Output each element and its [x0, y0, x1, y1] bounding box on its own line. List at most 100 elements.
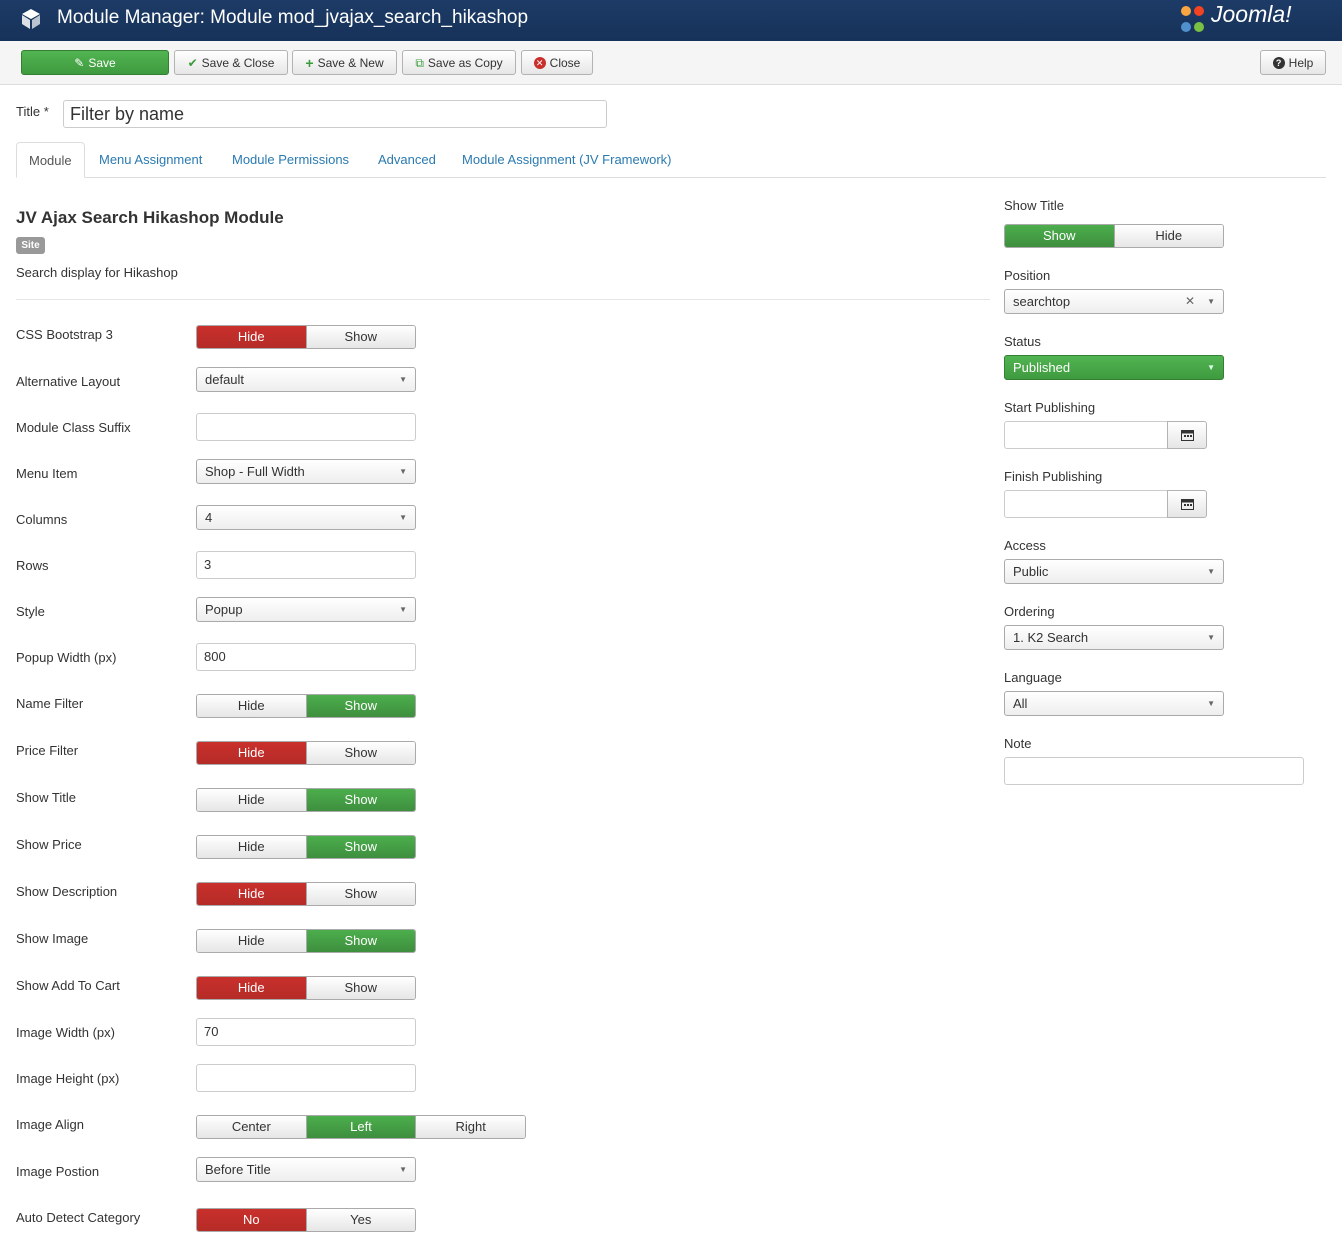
- sidebar-show-title-hide[interactable]: Hide: [1113, 225, 1223, 247]
- dropdown-arrow-icon: ▼: [399, 375, 407, 384]
- rows-input[interactable]: 3: [196, 551, 416, 579]
- joomla-brand: Joomla!: [1211, 1, 1292, 27]
- price-filter-hide[interactable]: Hide: [197, 742, 306, 764]
- sidebar-show-title-toggle: Show Hide: [1004, 224, 1224, 248]
- tab-module-permissions[interactable]: Module Permissions: [232, 142, 349, 178]
- calendar-icon: [1180, 430, 1194, 441]
- position-label: Position: [1004, 268, 1051, 283]
- image-align-right[interactable]: Right: [415, 1116, 525, 1138]
- dropdown-arrow-icon: ▼: [1207, 297, 1215, 306]
- site-badge: Site: [16, 237, 45, 254]
- popup-width-label: Popup Width (px): [16, 650, 117, 665]
- show-add-to-cart-label: Show Add To Cart: [16, 978, 120, 993]
- popup-width-input[interactable]: 800: [196, 643, 416, 671]
- style-select[interactable]: Popup ▼: [196, 597, 416, 622]
- price-filter-show[interactable]: Show: [305, 742, 415, 764]
- save-copy-button[interactable]: ⧉ Save as Copy: [402, 50, 516, 75]
- menu-item-select[interactable]: Shop - Full Width ▼: [196, 459, 416, 484]
- name-filter-label: Name Filter: [16, 696, 84, 711]
- show-add-to-cart-toggle: Hide Show: [196, 976, 416, 1000]
- columns-select[interactable]: 4 ▼: [196, 505, 416, 530]
- dropdown-arrow-icon: ▼: [399, 467, 407, 476]
- show-image-show[interactable]: Show: [305, 930, 415, 952]
- dropdown-arrow-icon: ▼: [399, 513, 407, 522]
- joomla-logo-icon: [1181, 6, 1204, 32]
- help-icon: ?: [1272, 56, 1285, 69]
- show-price-label: Show Price: [16, 837, 82, 852]
- image-height-label: Image Height (px): [16, 1071, 120, 1086]
- auto-detect-yes[interactable]: Yes: [305, 1209, 415, 1231]
- tab-module[interactable]: Module: [16, 142, 85, 178]
- title-input[interactable]: [63, 100, 607, 128]
- css-bootstrap-toggle: Hide Show: [196, 325, 416, 349]
- finish-publishing-calendar-button[interactable]: [1167, 490, 1207, 518]
- clear-icon[interactable]: ✕: [1185, 290, 1195, 313]
- auto-detect-label: Auto Detect Category: [16, 1210, 141, 1225]
- show-title-hide[interactable]: Hide: [197, 789, 306, 811]
- image-position-select[interactable]: Before Title ▼: [196, 1157, 416, 1182]
- name-filter-hide[interactable]: Hide: [197, 695, 306, 717]
- show-price-show[interactable]: Show: [305, 836, 415, 858]
- show-title-toggle: Hide Show: [196, 788, 416, 812]
- save-close-button[interactable]: ✔ Save & Close: [174, 50, 288, 75]
- tab-advanced[interactable]: Advanced: [378, 142, 436, 178]
- access-select[interactable]: Public ▼: [1004, 559, 1224, 584]
- show-description-hide[interactable]: Hide: [197, 883, 306, 905]
- app-header: Module Manager: Module mod_jvajax_search…: [0, 0, 1342, 41]
- alt-layout-label: Alternative Layout: [16, 374, 121, 389]
- dropdown-arrow-icon: ▼: [1207, 633, 1215, 642]
- access-label: Access: [1004, 538, 1046, 553]
- close-circle-icon: ✕: [533, 56, 546, 69]
- title-label: Title *: [16, 104, 49, 119]
- class-suffix-label: Module Class Suffix: [16, 420, 131, 435]
- toolbar: ✎ Save ✔ Save & Close + Save & New ⧉ Sav…: [0, 41, 1342, 85]
- image-align-left[interactable]: Left: [305, 1116, 416, 1138]
- columns-label: Columns: [16, 512, 68, 527]
- position-select[interactable]: searchtop ✕ ▼: [1004, 289, 1224, 314]
- auto-detect-no[interactable]: No: [197, 1209, 306, 1231]
- menu-item-label: Menu Item: [16, 466, 78, 481]
- image-align-center[interactable]: Center: [197, 1116, 306, 1138]
- show-image-label: Show Image: [16, 931, 89, 946]
- tab-menu-assignment[interactable]: Menu Assignment: [99, 142, 202, 178]
- tab-module-assignment-jv[interactable]: Module Assignment (JV Framework): [462, 142, 672, 178]
- show-image-hide[interactable]: Hide: [197, 930, 306, 952]
- note-input[interactable]: [1004, 757, 1304, 785]
- sidebar-show-title-label: Show Title: [1004, 198, 1064, 213]
- tab-bar: Module Menu Assignment Module Permission…: [16, 142, 1326, 178]
- ordering-select[interactable]: 1. K2 Search ▼: [1004, 625, 1224, 650]
- calendar-icon: [1180, 499, 1194, 510]
- edit-icon: ✎: [74, 55, 85, 70]
- css-bootstrap-show[interactable]: Show: [305, 326, 415, 348]
- ordering-label: Ordering: [1004, 604, 1055, 619]
- show-image-toggle: Hide Show: [196, 929, 416, 953]
- price-filter-label: Price Filter: [16, 743, 79, 758]
- help-button[interactable]: ? Help: [1260, 50, 1326, 75]
- save-button[interactable]: ✎ Save: [21, 50, 169, 75]
- language-select[interactable]: All ▼: [1004, 691, 1224, 716]
- show-price-hide[interactable]: Hide: [197, 836, 306, 858]
- status-select[interactable]: Published ▼: [1004, 355, 1224, 380]
- sidebar-show-title-show[interactable]: Show: [1005, 225, 1114, 247]
- show-add-to-cart-show[interactable]: Show: [305, 977, 415, 999]
- dropdown-arrow-icon: ▼: [399, 605, 407, 614]
- name-filter-show[interactable]: Show: [305, 695, 415, 717]
- auto-detect-toggle: No Yes: [196, 1208, 416, 1232]
- save-new-button[interactable]: + Save & New: [292, 50, 397, 75]
- start-publishing-label: Start Publishing: [1004, 400, 1096, 415]
- show-title-show[interactable]: Show: [305, 789, 415, 811]
- start-publishing-calendar-button[interactable]: [1167, 421, 1207, 449]
- image-height-input[interactable]: [196, 1064, 416, 1092]
- image-position-label: Image Postion: [16, 1164, 100, 1179]
- show-add-to-cart-hide[interactable]: Hide: [197, 977, 306, 999]
- class-suffix-input[interactable]: [196, 413, 416, 441]
- image-width-input[interactable]: 70: [196, 1018, 416, 1046]
- module-name: JV Ajax Search Hikashop Module: [16, 208, 284, 227]
- start-publishing-input[interactable]: [1004, 421, 1168, 449]
- alt-layout-select[interactable]: default ▼: [196, 367, 416, 392]
- module-description: Search display for Hikashop: [16, 265, 178, 280]
- finish-publishing-input[interactable]: [1004, 490, 1168, 518]
- css-bootstrap-hide[interactable]: Hide: [197, 326, 306, 348]
- close-button[interactable]: ✕ Close: [521, 50, 593, 75]
- show-description-show[interactable]: Show: [305, 883, 415, 905]
